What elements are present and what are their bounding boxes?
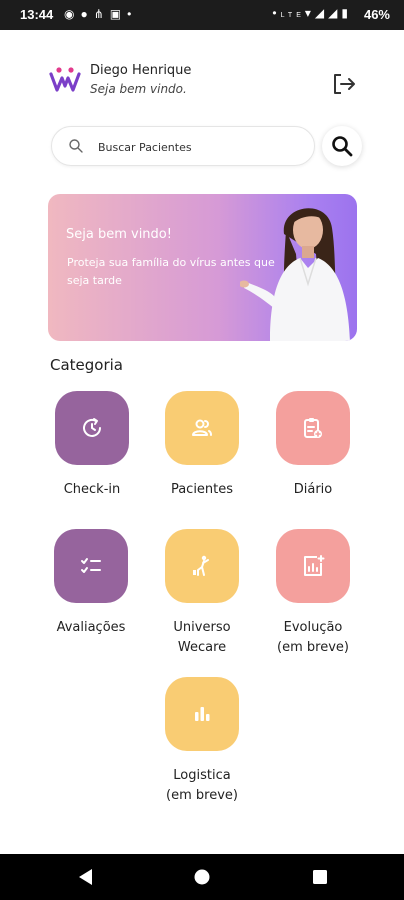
evolution-tile[interactable] bbox=[276, 529, 350, 603]
whatsapp-icon: ◉ bbox=[64, 7, 81, 21]
signal-icon: ◢ bbox=[328, 6, 342, 20]
diary-clipboard-icon bbox=[304, 418, 322, 438]
patients-label[interactable]: Pacientes bbox=[142, 480, 262, 500]
welcome-banner: Seja bem vindo! Proteja sua família do v… bbox=[48, 194, 357, 341]
battery-percent: 46% bbox=[363, 7, 390, 22]
back-icon[interactable] bbox=[76, 867, 94, 887]
dot-icon: • bbox=[272, 6, 281, 20]
banner-title: Seja bem vindo! bbox=[66, 227, 172, 242]
system-nav-bar bbox=[0, 854, 404, 900]
category-title: Categoria bbox=[50, 356, 124, 374]
wecare-logo-icon bbox=[49, 67, 81, 92]
logout-icon[interactable] bbox=[330, 70, 358, 98]
doctor-photo bbox=[240, 208, 350, 341]
evaluations-label[interactable]: Avaliações bbox=[31, 618, 151, 638]
evaluations-tile[interactable] bbox=[54, 529, 128, 603]
search-input[interactable] bbox=[96, 135, 300, 159]
diary-tile[interactable] bbox=[276, 391, 350, 465]
search-button[interactable] bbox=[322, 126, 362, 166]
check-in-tile[interactable] bbox=[55, 391, 129, 465]
check-in-label[interactable]: Check-in bbox=[32, 480, 152, 500]
evolution-label[interactable]: Evolução (em breve) bbox=[253, 618, 373, 658]
evolution-chart-icon bbox=[304, 555, 325, 576]
wifi-icon: ▾ bbox=[304, 6, 315, 20]
search-icon bbox=[332, 136, 353, 157]
diary-label[interactable]: Diário bbox=[253, 480, 373, 500]
patients-tile[interactable] bbox=[165, 391, 239, 465]
signal-4g-icon: ◢ bbox=[314, 6, 329, 20]
status-bar: 13:44 ◉●⋔▣• •LTE▾◢◢▮ 46% bbox=[0, 0, 404, 30]
home-icon[interactable] bbox=[193, 867, 211, 887]
logistics-chart-icon bbox=[195, 707, 210, 721]
notification-icons: ◉●⋔▣• bbox=[64, 7, 137, 21]
check-in-clock-icon bbox=[83, 418, 101, 437]
recents-icon[interactable] bbox=[311, 867, 329, 887]
app-icon: ▣ bbox=[109, 7, 128, 21]
universe-icon bbox=[193, 555, 209, 576]
header: Diego Henrique Seja bem vindo. bbox=[46, 58, 366, 102]
volte-icon: LTE bbox=[280, 12, 305, 19]
search-bar[interactable] bbox=[51, 126, 315, 166]
checklist-icon bbox=[81, 558, 101, 573]
logistics-label[interactable]: Logistica (em breve) bbox=[142, 766, 262, 806]
logistics-tile[interactable] bbox=[165, 677, 239, 751]
welcome-subtitle: Seja bem vindo. bbox=[90, 82, 187, 96]
universe-wecare-tile[interactable] bbox=[165, 529, 239, 603]
universe-wecare-label[interactable]: Universo Wecare bbox=[142, 618, 262, 658]
search-icon bbox=[69, 139, 83, 153]
status-time: 13:44 bbox=[20, 7, 54, 22]
network-icon: ⋔ bbox=[93, 7, 110, 21]
battery-icon: ▮ bbox=[341, 6, 352, 20]
user-name: Diego Henrique bbox=[90, 63, 192, 78]
chat-bubble-icon: ● bbox=[80, 7, 94, 21]
system-icons: •LTE▾◢◢▮ bbox=[272, 6, 352, 20]
dot-icon: • bbox=[127, 7, 138, 21]
patients-icon bbox=[192, 419, 212, 436]
